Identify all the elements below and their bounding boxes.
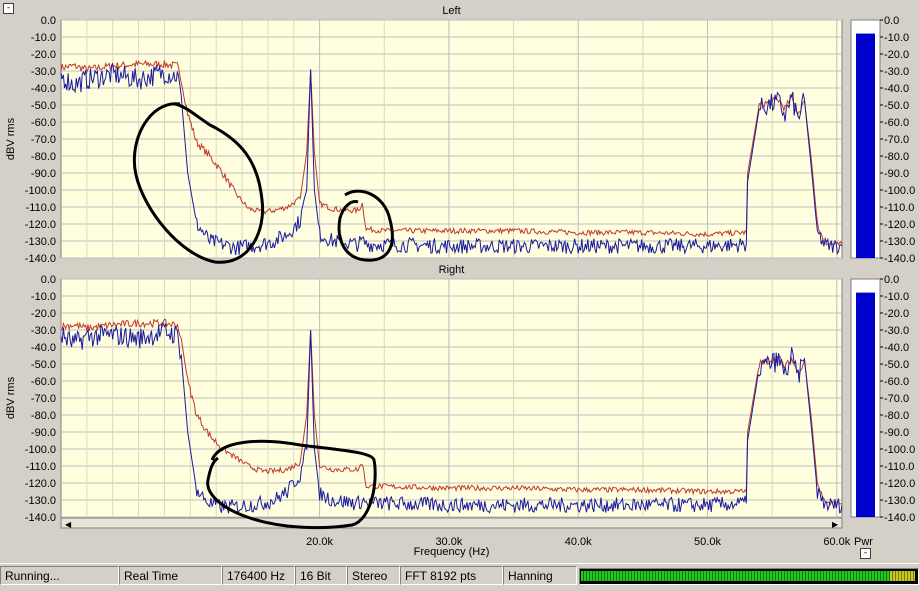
meter-tick-label: -100.0 (884, 185, 915, 197)
meter-tick-label: -110.0 (884, 202, 914, 214)
y-axis-label: dBV rms (5, 376, 17, 419)
meter-tick-label: -100.0 (884, 444, 915, 456)
meter-tick-label: -80.0 (884, 410, 909, 422)
y-tick-label: -100.0 (25, 185, 56, 197)
meter-power-label: Pwr (854, 536, 873, 548)
y-tick-label: -90.0 (31, 427, 56, 439)
meter-tick-label: 0.0 (884, 15, 899, 27)
y-tick-label: 0.0 (41, 15, 56, 27)
meter-tick-label: -10.0 (884, 32, 909, 44)
meter-tick-label: -70.0 (884, 393, 909, 405)
meter-tick-label: -140.0 (884, 512, 915, 524)
y-tick-label: -30.0 (31, 325, 56, 337)
y-tick-label: -140.0 (25, 512, 56, 524)
status-window: Hanning (503, 566, 577, 585)
meter-tick-label: -10.0 (884, 291, 909, 303)
x-tick-label: 20.0k (306, 536, 333, 548)
spectrum-chart-canvas: Left 0.0 -10.0 -20.0 -30.0 -40.0 -50.0 -60.0 -70… (5, 5, 915, 558)
meter-tick-label: -130.0 (884, 495, 915, 507)
x-tick-label: 60.0k (823, 536, 850, 548)
y-tick-label: -140.0 (25, 253, 56, 265)
status-fft-size: FFT 8192 pts (400, 566, 503, 585)
meter-tick-label: -110.0 (884, 461, 914, 473)
y-tick-label: -10.0 (31, 291, 56, 303)
meter-tick-label: -60.0 (884, 117, 909, 129)
y-tick-label: -80.0 (31, 410, 56, 422)
y-tick-label: -120.0 (25, 219, 56, 231)
meter-bar-1 (856, 292, 875, 517)
meter-tick-label: -70.0 (884, 134, 909, 146)
y-tick-label: -20.0 (31, 49, 56, 61)
y-tick-label: -110.0 (26, 202, 56, 214)
y-tick-label: -10.0 (31, 32, 56, 44)
meter-tick-label: -30.0 (884, 66, 909, 78)
meter-tick-label: -120.0 (884, 219, 915, 231)
meter-tick-label: -40.0 (884, 342, 909, 354)
meter-tick-label: -60.0 (884, 376, 909, 388)
status-state: Running... (0, 566, 119, 585)
chart-title-1: Right (439, 264, 465, 276)
y-tick-label: -40.0 (31, 83, 56, 95)
status-bit-depth: 16 Bit (295, 566, 347, 585)
x-tick-label: 40.0k (565, 536, 592, 548)
scroll-left-arrow: ◀ (65, 520, 72, 529)
y-tick-label: -50.0 (31, 100, 56, 112)
meter-tick-label: -90.0 (884, 168, 909, 180)
y-tick-label: -130.0 (25, 495, 56, 507)
y-tick-label: -50.0 (31, 359, 56, 371)
collapse-meter-button[interactable]: - (860, 548, 871, 559)
status-mode: Real Time (119, 566, 222, 585)
y-tick-label: -30.0 (31, 66, 56, 78)
meter-tick-label: -120.0 (884, 478, 915, 490)
chart-title-0: Left (442, 5, 460, 17)
spectrum-analyzer: Left 0.0 -10.0 -20.0 -30.0 -40.0 -50.0 -60.0 -70… (0, 0, 919, 562)
status-sample-rate: 176400 Hz (222, 566, 295, 585)
meter-tick-label: -80.0 (884, 151, 909, 163)
y-tick-label: -40.0 (31, 342, 56, 354)
y-tick-label: -70.0 (31, 134, 56, 146)
horizontal-scrollbar (60, 517, 843, 529)
x-axis-label: Frequency (Hz) (414, 546, 490, 558)
y-tick-label: -100.0 (25, 444, 56, 456)
meter-tick-label: -40.0 (884, 83, 909, 95)
y-tick-label: -60.0 (31, 117, 56, 129)
meter-bar-0 (856, 33, 875, 258)
meter-tick-label: 0.0 (884, 274, 899, 286)
input-level-fill (581, 571, 891, 581)
meter-tick-label: -90.0 (884, 427, 909, 439)
meter-tick-label: -30.0 (884, 325, 909, 337)
status-channels: Stereo (347, 566, 400, 585)
y-tick-label: 0.0 (41, 274, 56, 286)
input-level-peak (890, 571, 915, 581)
meter-tick-label: -140.0 (884, 253, 915, 265)
y-tick-label: -110.0 (26, 461, 56, 473)
meter-tick-label: -130.0 (884, 236, 915, 248)
y-tick-label: -80.0 (31, 151, 56, 163)
y-tick-label: -60.0 (31, 376, 56, 388)
collapse-top-button[interactable]: - (3, 3, 14, 14)
meter-tick-label: -20.0 (884, 308, 909, 320)
input-level-meter (579, 568, 919, 585)
meter-tick-label: -50.0 (884, 359, 909, 371)
meter-tick-label: -20.0 (884, 49, 909, 61)
y-tick-label: -90.0 (31, 168, 56, 180)
scroll-right-arrow: ▶ (832, 520, 839, 529)
y-tick-label: -70.0 (31, 393, 56, 405)
y-tick-label: -130.0 (25, 236, 56, 248)
x-tick-label: 50.0k (694, 536, 721, 548)
meter-tick-label: -50.0 (884, 100, 909, 112)
y-axis-label: dBV rms (5, 117, 17, 160)
status-bar: Running... Real Time 176400 Hz 16 Bit St… (0, 563, 919, 591)
y-tick-label: -120.0 (25, 478, 56, 490)
y-tick-label: -20.0 (31, 308, 56, 320)
